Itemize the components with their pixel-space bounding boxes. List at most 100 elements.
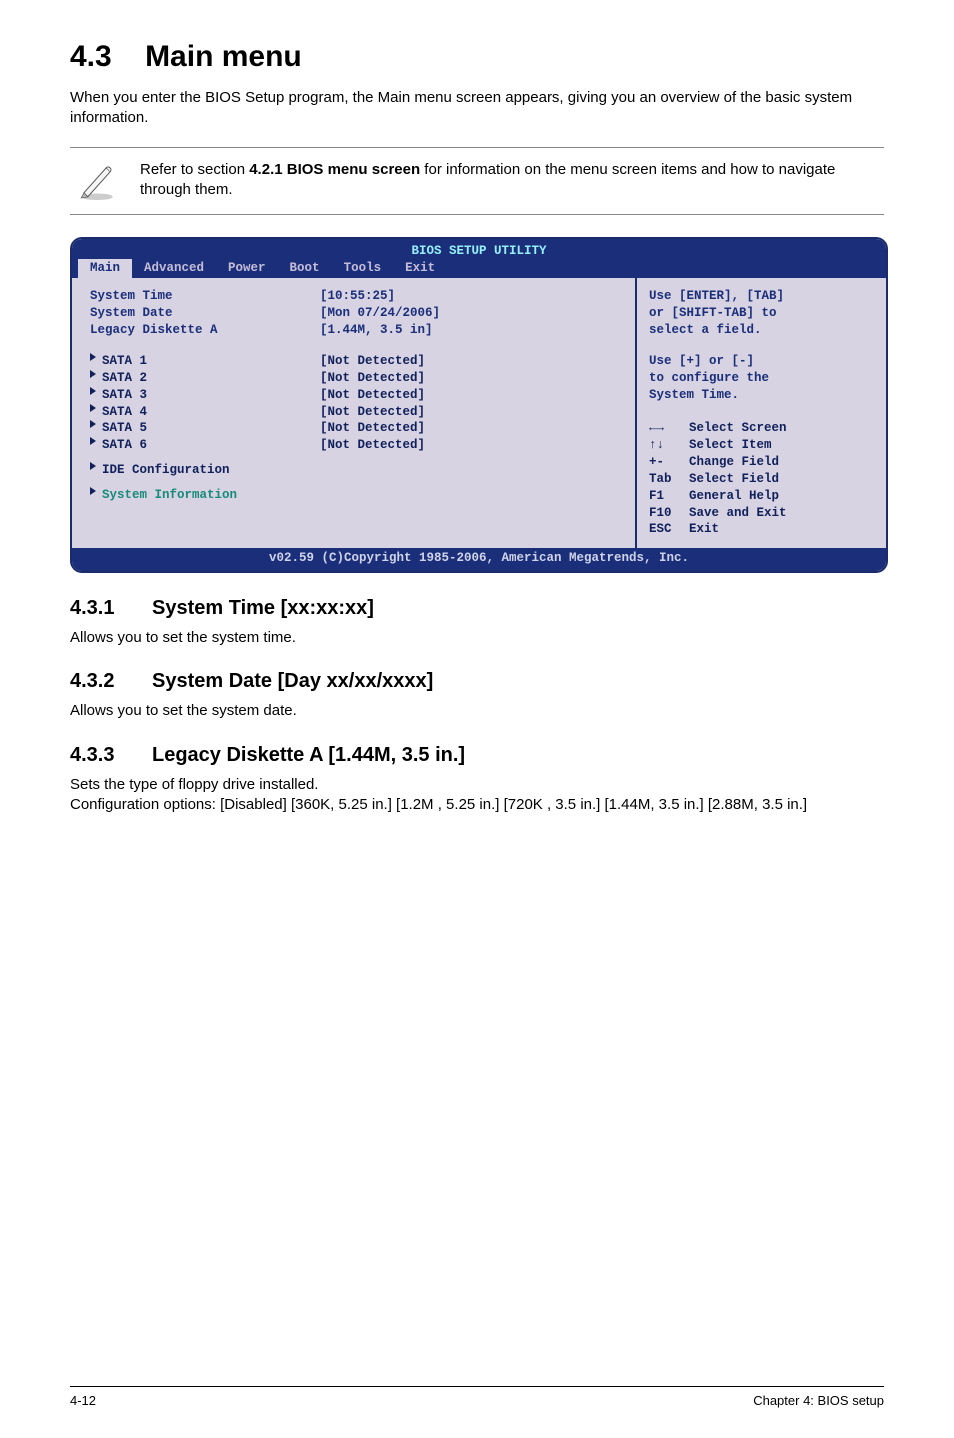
bios-help-key-row: ↑↓Select Item — [649, 437, 874, 454]
bios-row-sata[interactable]: SATA 1[Not Detected] — [90, 353, 617, 370]
bios-tab-tools[interactable]: Tools — [332, 259, 394, 278]
bios-help-key-row: ←→Select Screen — [649, 420, 874, 437]
subsection-heading: 4.3.2System Date [Day xx/xx/xxxx] — [70, 670, 884, 693]
subsection-title: System Time [xx:xx:xx] — [152, 597, 374, 619]
subsection-text: Sets the type of floppy drive installed.… — [70, 775, 884, 816]
bios-help-keys: ←→Select Screen ↑↓Select Item +-Change F… — [649, 420, 874, 538]
bios-value: [Not Detected] — [320, 387, 425, 404]
pencil-icon — [76, 160, 118, 202]
note-text-bold: 4.2.1 BIOS menu screen — [249, 161, 420, 178]
bios-copyright: v02.59 (C)Copyright 1985-2006, American … — [72, 548, 886, 571]
bios-help-line: select a field. — [649, 322, 874, 339]
bios-label: SATA 5 — [102, 420, 320, 437]
bios-row-legacy-diskette[interactable]: Legacy Diskette A[1.44M, 3.5 in] — [90, 322, 617, 339]
bios-key-desc: Exit — [689, 521, 719, 538]
chevron-right-icon — [90, 462, 96, 470]
bios-value: [Not Detected] — [320, 353, 425, 370]
bios-key: F1 — [649, 488, 689, 505]
chevron-right-icon — [90, 487, 96, 495]
bios-help-panel: Use [ENTER], [TAB] or [SHIFT-TAB] to sel… — [635, 278, 886, 548]
bios-row-sata[interactable]: SATA 5[Not Detected] — [90, 420, 617, 437]
bios-tab-main[interactable]: Main — [78, 259, 132, 278]
bios-key: ↑↓ — [649, 437, 689, 454]
bios-value: [1.44M, 3.5 in] — [320, 322, 433, 339]
bios-label: System Time — [90, 288, 320, 305]
bios-key-desc: Select Screen — [689, 420, 787, 437]
bios-key: ←→ — [649, 420, 689, 437]
bios-main-panel: System Time[10:55:25] System Date[Mon 07… — [72, 278, 635, 548]
bios-screenshot: BIOS SETUP UTILITY Main Advanced Power B… — [70, 237, 888, 574]
bios-value: [Not Detected] — [320, 420, 425, 437]
bios-key: Tab — [649, 471, 689, 488]
bios-row-ide-config[interactable]: IDE Configuration — [90, 462, 617, 479]
bios-value: [Mon 07/24/2006] — [320, 305, 440, 322]
intro-paragraph: When you enter the BIOS Setup program, t… — [70, 88, 884, 129]
bios-tabs: Main Advanced Power Boot Tools Exit — [78, 259, 880, 278]
bios-help-key-row: F10Save and Exit — [649, 505, 874, 522]
chevron-right-icon — [90, 353, 96, 361]
chevron-right-icon — [90, 437, 96, 445]
bios-key-desc: Select Field — [689, 471, 779, 488]
bios-label: SATA 4 — [102, 404, 320, 421]
subsection-number: 4.3.2 — [70, 670, 152, 693]
bios-key: F10 — [649, 505, 689, 522]
bios-help-line: Use [+] or [-] — [649, 353, 874, 370]
bios-key-desc: Select Item — [689, 437, 772, 454]
subsection-number: 4.3.3 — [70, 744, 152, 767]
subsection-heading: 4.3.1System Time [xx:xx:xx] — [70, 597, 884, 620]
footer-chapter: Chapter 4: BIOS setup — [753, 1393, 884, 1408]
bios-value: [Not Detected] — [320, 437, 425, 454]
bios-label: System Date — [90, 305, 320, 322]
section-heading: 4.3 Main menu — [70, 40, 884, 74]
bios-label: SATA 6 — [102, 437, 320, 454]
bios-row-sata[interactable]: SATA 3[Not Detected] — [90, 387, 617, 404]
footer-page-number: 4-12 — [70, 1393, 96, 1408]
bios-menubar: BIOS SETUP UTILITY Main Advanced Power B… — [72, 239, 886, 279]
bios-label: System Information — [102, 487, 332, 504]
bios-tab-power[interactable]: Power — [216, 259, 278, 278]
subsection-text: Allows you to set the system time. — [70, 628, 884, 648]
bios-help-line: to configure the — [649, 370, 874, 387]
bios-label: SATA 1 — [102, 353, 320, 370]
bios-help-key-row: F1General Help — [649, 488, 874, 505]
note-box: Refer to section 4.2.1 BIOS menu screen … — [70, 147, 884, 215]
bios-value: [Not Detected] — [320, 404, 425, 421]
bios-tab-boot[interactable]: Boot — [278, 259, 332, 278]
bios-help-line: System Time. — [649, 387, 874, 404]
bios-row-sata[interactable]: SATA 2[Not Detected] — [90, 370, 617, 387]
bios-help-key-row: TabSelect Field — [649, 471, 874, 488]
bios-help-top: Use [ENTER], [TAB] or [SHIFT-TAB] to sel… — [649, 288, 874, 403]
bios-key-desc: General Help — [689, 488, 779, 505]
subsection-title: System Date [Day xx/xx/xxxx] — [152, 670, 433, 692]
bios-help-key-row: ESCExit — [649, 521, 874, 538]
bios-key: ESC — [649, 521, 689, 538]
page-footer: 4-12 Chapter 4: BIOS setup — [70, 1386, 884, 1408]
subsection-title: Legacy Diskette A [1.44M, 3.5 in.] — [152, 744, 465, 766]
bios-row-sata[interactable]: SATA 6[Not Detected] — [90, 437, 617, 454]
bios-value: [Not Detected] — [320, 370, 425, 387]
section-number: 4.3 — [70, 40, 112, 73]
subsection-number: 4.3.1 — [70, 597, 152, 620]
bios-label: IDE Configuration — [102, 462, 332, 479]
chevron-right-icon — [90, 370, 96, 378]
chevron-right-icon — [90, 420, 96, 428]
subsection-heading: 4.3.3Legacy Diskette A [1.44M, 3.5 in.] — [70, 744, 884, 767]
bios-help-line: or [SHIFT-TAB] to — [649, 305, 874, 322]
bios-row-sata[interactable]: SATA 4[Not Detected] — [90, 404, 617, 421]
subsection-text: Allows you to set the system date. — [70, 701, 884, 721]
chevron-right-icon — [90, 387, 96, 395]
chevron-right-icon — [90, 404, 96, 412]
bios-label: Legacy Diskette A — [90, 322, 320, 339]
bios-help-key-row: +-Change Field — [649, 454, 874, 471]
bios-key-desc: Save and Exit — [689, 505, 787, 522]
bios-row-system-date[interactable]: System Date[Mon 07/24/2006] — [90, 305, 617, 322]
note-text: Refer to section 4.2.1 BIOS menu screen … — [140, 160, 878, 201]
bios-tab-exit[interactable]: Exit — [393, 259, 447, 278]
section-title-text: Main menu — [145, 40, 302, 73]
bios-tab-advanced[interactable]: Advanced — [132, 259, 216, 278]
bios-label: SATA 2 — [102, 370, 320, 387]
bios-row-system-time[interactable]: System Time[10:55:25] — [90, 288, 617, 305]
note-text-before: Refer to section — [140, 161, 249, 178]
bios-row-system-info[interactable]: System Information — [90, 487, 617, 504]
bios-help-line: Use [ENTER], [TAB] — [649, 288, 874, 305]
